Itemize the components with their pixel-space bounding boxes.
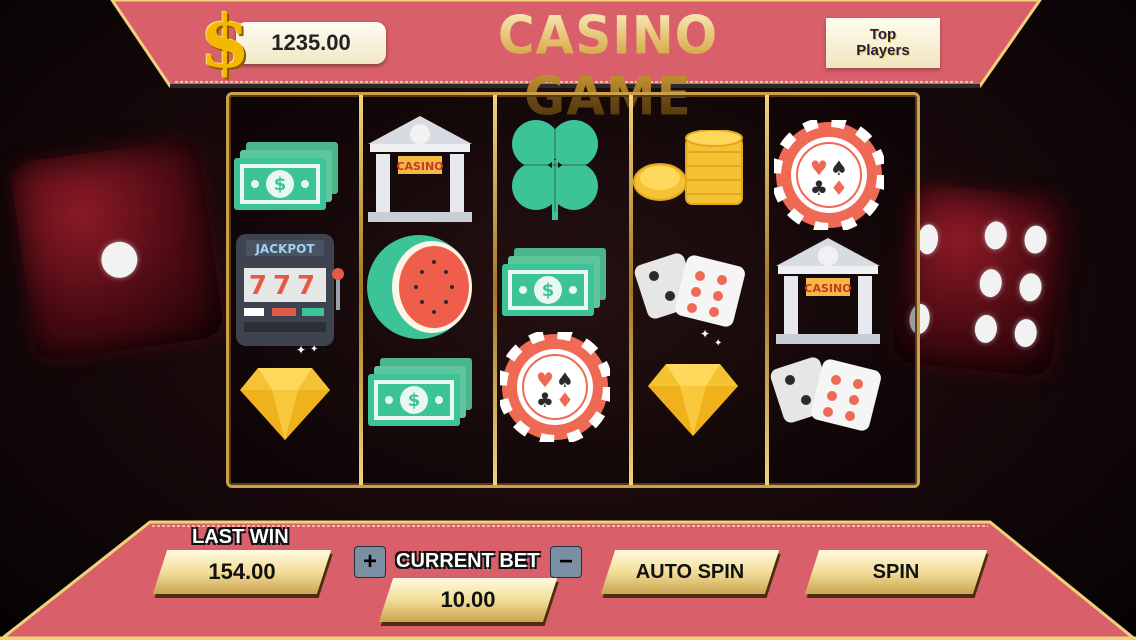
svg-text:✦: ✦ [714,338,722,346]
cash-stack-icon: $ [234,142,338,210]
svg-text:✦: ✦ [700,327,710,341]
top-players-button[interactable]: Top Players [826,18,940,68]
svg-text:$: $ [274,174,287,195]
watermelon-icon [367,235,472,339]
top-players-label: Top Players [856,26,910,59]
diamond-icon [240,368,330,440]
poker-chip-icon: ♥ ♠ ♣ ♦ [500,332,610,442]
casino-building-icon: CASINO [776,238,880,344]
background-die-left [9,137,225,363]
svg-text:CASINO: CASINO [804,282,851,295]
cash-stack-icon: $ [368,358,472,426]
clover-icon [510,120,600,220]
balance-value: 1235.00 [271,30,351,55]
jackpot-label: JACKPOT [254,242,315,256]
current-bet-value: 10.00 [440,587,496,612]
poker-chip-icon: ♥ ♠ ♣ ♦ [774,120,884,230]
dice-pair-icon: ✦ ✦ [634,253,745,346]
dollar-icon: $ [200,0,251,84]
svg-text:♦: ♦ [556,388,574,412]
balance-display: 1235.00 [236,22,386,64]
gold-coins-icon [633,130,743,205]
current-bet-label: CURRENT BET [396,550,540,572]
reel-divider [765,95,769,485]
svg-text:♣: ♣ [810,176,828,200]
casino-building-icon: CASINO [368,116,472,222]
casino-sign-label: CASINO [396,160,443,173]
reel-divider [359,95,363,485]
bet-increase-button[interactable]: + [354,546,386,578]
top-bar: 1235.00 $ CASINO GAME Top Players [0,0,1136,127]
auto-spin-button[interactable]: AUTO SPIN [608,550,772,594]
svg-text:✦: ✦ [310,344,318,355]
svg-text:$: $ [542,280,555,301]
dice-pair-icon [770,357,881,431]
svg-text:♣: ♣ [536,388,554,412]
svg-text:✦: ✦ [296,343,306,357]
reel-divider [493,95,497,485]
last-win-label: LAST WIN [192,526,289,548]
sevens-label: 777 [249,271,321,301]
bet-decrease-button[interactable]: − [550,546,582,578]
jackpot-slot-machine-icon: JACKPOT 777 ✦ ✦ [236,234,344,357]
spin-button[interactable]: SPIN [812,550,980,594]
svg-text:♦: ♦ [830,176,848,200]
diamond-icon [648,364,738,436]
last-win-value: 154.00 [208,559,276,584]
svg-text:$: $ [408,390,421,411]
cash-stack-icon: $ [502,248,606,316]
